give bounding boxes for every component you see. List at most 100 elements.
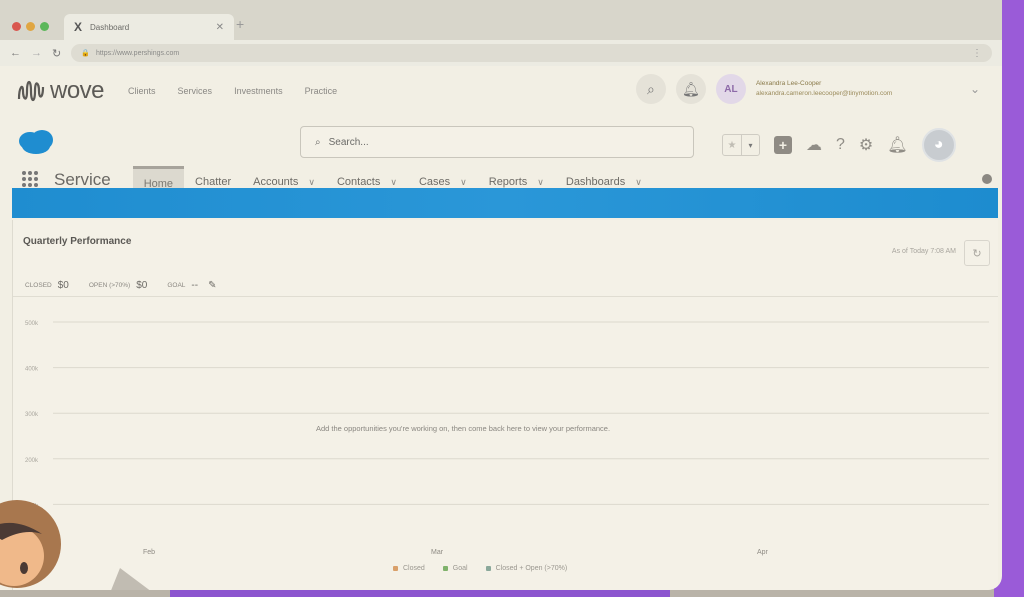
wove-nav-services[interactable]: Services — [178, 86, 213, 96]
x-tick-label: Feb — [143, 549, 155, 556]
legend-swatch — [393, 565, 398, 571]
legend-swatch — [485, 565, 491, 571]
tab-accounts-label: Accounts — [253, 176, 299, 188]
user-info[interactable]: Alexandra Lee-Cooper alexandra.cameron.l… — [756, 79, 956, 100]
edit-goal-pencil-icon[interactable]: ✎ — [208, 280, 216, 291]
screen: X Dashboard ✕ + ← → ↻ 🔒 https://www.pers… — [0, 0, 1002, 590]
chevron-down-icon[interactable]: ∨ — [390, 177, 397, 188]
wove-logo[interactable]: wove — [16, 77, 105, 105]
wove-search-icon[interactable]: ⌕ — [635, 74, 666, 104]
tab-reports-label: Reports — [488, 176, 528, 188]
stat-closed-label: CLOSED — [25, 282, 52, 289]
tab-cases-label: Cases — [418, 176, 451, 188]
salesforce-utility-icons: ★ ▾ + ☁ ? ⚙ 🔔︎ ◕ — [722, 128, 956, 162]
legend-label: Closed — [403, 565, 425, 572]
legend-swatch — [442, 565, 448, 571]
wove-nav-investments[interactable]: Investments — [234, 86, 283, 96]
card-title: Quarterly Performance — [23, 236, 132, 247]
user-name: Alexandra Lee-Cooper — [755, 79, 822, 87]
wove-notifications-icon[interactable]: 🔔︎ — [675, 74, 706, 104]
tab-chatter-label: Chatter — [195, 176, 232, 188]
favorites-group: ★ ▾ — [722, 134, 760, 156]
wove-nav-clients[interactable]: Clients — [128, 86, 156, 96]
help-icon[interactable]: ? — [836, 136, 845, 154]
search-placeholder: Search... — [328, 136, 369, 148]
as-of-timestamp: As of Today 7:08 AM — [891, 248, 956, 255]
empty-chart-message: Add the opportunities you're working on,… — [315, 424, 611, 433]
trailhead-icon[interactable]: ☁ — [806, 135, 822, 155]
chevron-down-icon[interactable]: ∨ — [460, 177, 467, 188]
x-logo-icon: X — [74, 20, 83, 34]
wove-nav-practice[interactable]: Practice — [305, 86, 338, 96]
minimize-window-button[interactable] — [26, 22, 35, 31]
wove-logo-text: wove — [50, 77, 105, 104]
wove-logo-icon — [17, 80, 45, 102]
refresh-icon: ↻ — [972, 247, 982, 260]
app-launcher-icon[interactable] — [22, 171, 38, 187]
refresh-button[interactable]: ↻ — [964, 240, 990, 266]
chevron-down-icon[interactable]: ∨ — [635, 177, 642, 188]
forward-icon[interactable]: → — [31, 47, 42, 59]
chart-legend: Closed Goal Closed + Open (>70%) — [393, 565, 567, 572]
edit-nav-gear-icon[interactable] — [982, 174, 992, 184]
cat-ear-overlay — [108, 568, 160, 590]
y-tick-label: 400k — [25, 367, 39, 373]
url-field[interactable]: 🔒 https://www.pershings.com ⋮ — [71, 44, 992, 62]
stat-goal-value: -- — [191, 280, 199, 291]
chevron-down-icon[interactable]: ∨ — [537, 177, 544, 188]
performance-chart: 100k200k300k400k500kFebMarApr — [25, 321, 989, 556]
y-tick-label: 300k — [25, 412, 39, 418]
legend-label: Closed + Open (>70%) — [495, 565, 568, 572]
brand-banner — [12, 188, 998, 218]
url-text: https://www.pershings.com — [95, 49, 180, 57]
global-actions-plus-icon[interactable]: + — [774, 136, 792, 154]
stat-goal-label: GOAL — [167, 282, 186, 289]
window-controls — [12, 22, 49, 31]
tab-dashboards-label: Dashboards — [565, 176, 626, 188]
close-tab-icon[interactable]: ✕ — [216, 22, 224, 33]
divider — [13, 296, 998, 297]
y-tick-label: 200k — [25, 458, 39, 464]
legend-item[interactable]: Closed — [393, 565, 425, 572]
legend-item[interactable]: Closed + Open (>70%) — [485, 565, 568, 572]
performance-stats: CLOSED $0 OPEN (>70%) $0 GOAL -- ✎ — [25, 280, 216, 291]
user-avatar[interactable]: AL — [715, 74, 746, 104]
tab-contacts-label: Contacts — [336, 176, 381, 188]
chevron-down-icon[interactable]: ∨ — [308, 177, 315, 188]
x-tick-label: Mar — [431, 549, 444, 556]
legend-label: Goal — [452, 565, 468, 572]
legend-item[interactable]: Goal — [442, 565, 468, 572]
lock-icon: 🔒 — [81, 50, 90, 57]
stat-open-value: $0 — [136, 280, 148, 291]
user-menu-chevron-icon[interactable]: ⌄ — [970, 82, 980, 96]
quarterly-performance-card: Quarterly Performance As of Today 7:08 A… — [12, 220, 998, 590]
salesforce-user-avatar[interactable]: ◕ — [921, 128, 956, 162]
app-name: Service — [54, 170, 111, 189]
user-email: alexandra.cameron.leecooper@tinymotion.c… — [755, 90, 893, 97]
tab-title: Dashboard — [90, 22, 130, 32]
global-search-input[interactable]: ⌕ Search... — [300, 126, 694, 158]
x-tick-label: Apr — [757, 549, 769, 556]
favorite-star-icon[interactable]: ★ — [723, 135, 741, 155]
browser-menu-icon[interactable]: ⋮ — [972, 48, 982, 59]
wove-user-area: ⌕ 🔔︎ AL Alexandra Lee-Cooper alexandra.c… — [635, 74, 980, 104]
search-icon: ⌕ — [315, 136, 321, 148]
wove-nav: Clients Services Investments Practice — [128, 86, 337, 96]
astro-mascot — [0, 500, 61, 588]
maximize-window-button[interactable] — [40, 22, 49, 31]
y-tick-label: 500k — [25, 321, 39, 327]
back-icon[interactable]: ← — [10, 47, 21, 59]
setup-gear-icon[interactable]: ⚙ — [859, 135, 873, 155]
stat-open-label: OPEN (>70%) — [88, 282, 131, 289]
close-window-button[interactable] — [12, 22, 21, 31]
wove-header: wove Clients Services Investments Practi… — [0, 66, 1002, 116]
address-bar-row: ← → ↻ 🔒 https://www.pershings.com ⋮ — [0, 40, 1002, 66]
favorites-dropdown-icon[interactable]: ▾ — [741, 135, 759, 155]
salesforce-header: ⌕ Search... ★ ▾ + ☁ ? ⚙ 🔔︎ ◕ — [0, 116, 1002, 162]
notifications-bell-icon[interactable]: 🔔︎ — [887, 135, 907, 155]
reload-icon[interactable]: ↻ — [52, 47, 61, 60]
stat-closed-value: $0 — [57, 280, 69, 291]
new-tab-icon[interactable]: + — [236, 16, 244, 32]
salesforce-cloud-logo[interactable] — [16, 128, 56, 156]
browser-tab[interactable]: X Dashboard ✕ — [64, 14, 234, 40]
